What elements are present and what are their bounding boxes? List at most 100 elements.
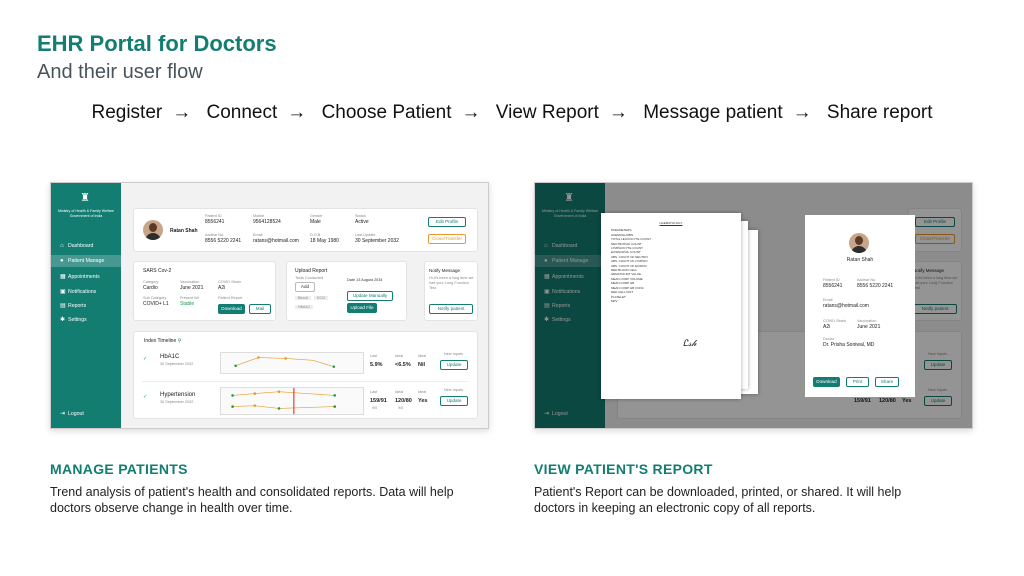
edit-profile-button[interactable]: Edit Profile [428,217,466,227]
label: Aadhar No. [857,278,877,282]
label: Mobile [253,214,265,218]
avatar [849,233,869,253]
lab-report-document: HAEMATOLOGY PARAMETERS HAEMOGLOBIN TOTAL L… [601,213,741,399]
covid-subcategory: COVID+ L1 [143,301,169,307]
bp-ideal-sub: 9/0 [398,406,404,410]
covid-strain: A2i [218,285,226,291]
sidebar-item-settings[interactable]: ✱ Settings [51,314,121,326]
patient-dob: 18 May 1980 [310,238,339,244]
label: New Inputs [444,388,463,392]
gear-icon: ✱ [60,317,66,323]
test-tag: Blood [295,296,311,300]
portal-title: EHR Portal for Doctors [37,31,277,56]
logout-icon: ⇥ [60,411,66,417]
covid-card: SARS Cov-2 Category Cardio Vaccination J… [133,261,276,321]
portal-subtitle: And their user flow [37,61,203,83]
patient-gender: Male [310,219,321,225]
search-icon[interactable]: ⚲ [178,338,182,344]
flow-step: Message patient [643,102,783,123]
section-heading: VIEW PATIENT'S REPORT [534,461,713,477]
flow-step: Register [91,102,163,123]
covid-title: SARS Cov-2 [143,268,172,274]
hypertension-chart [220,387,364,415]
patient-name: Ratan Shah [170,228,198,234]
logout-button[interactable]: ⇥ Logout [51,408,121,420]
patient-profile-card: Ratan Shah Patient ID 8556241 Aadhar No.… [133,208,478,252]
section-heading: MANAGE PATIENTS [50,461,188,477]
label: Last Update [355,233,376,237]
bp-last-sub: 9/0 [372,406,378,410]
sidebar-item-patient-manage[interactable]: ● Patient Manage [51,255,121,267]
label: Last [370,354,378,358]
arrow-icon: → [172,102,192,123]
label: D.O.B [310,233,321,237]
signature: Ꮭ𝓈𝒽 [683,339,697,349]
timeline-row-name: HbA1C [160,354,180,360]
label: Gender [310,214,323,218]
sidebar-item-appointments[interactable]: ▦ Appointments [51,271,121,283]
add-test-select[interactable]: Add [295,282,315,292]
share-button[interactable]: Share [875,377,899,387]
timeline-title: Index Timeline ⚲ [144,338,181,344]
home-icon: ⌂ [60,243,64,249]
arrow-icon: → [287,102,307,123]
test-tag: ECG [314,296,329,300]
update-button[interactable]: Update [440,396,468,406]
covid-strain: A2i [823,324,831,330]
report-line: MPV [611,298,618,303]
mail-button[interactable]: Mail [249,304,271,314]
covid-present: Stable [180,301,195,307]
report-side-panel: Ratan Shah Patient ID 8556241 Aadhar No.… [805,215,915,397]
flow-step: View Report [495,102,599,123]
update-manually-button[interactable]: Update Manually [347,291,393,301]
label: Doctor [823,337,835,341]
label: Vaccination [180,280,200,284]
download-button[interactable]: Download [218,304,245,314]
index-timeline-card: Index Timeline ⚲ ✓ HbA1C 30 September 20… [133,331,478,419]
label: Patient ID [823,278,840,282]
date-value: 13 August 2034 [356,278,383,282]
sidebar-item-notifications[interactable]: ▣ Notifications [51,286,121,298]
label: Date [347,278,356,282]
section-description: Trend analysis of patient's health and c… [50,485,454,515]
manage-patients-screenshot: ♜ Ministry of Health & Family Welfare Go… [50,182,489,429]
timeline-title-text: Index Timeline [144,338,177,344]
download-button[interactable]: Download [813,377,840,387]
report-doc-title: HAEMATOLOGY [659,221,683,225]
hba1c-chart [220,352,364,374]
upload-file-button[interactable]: Upload File [347,303,377,313]
timeline-row-date: 30 September 2032 [160,362,194,366]
notify-patient-button[interactable]: Notify patient [429,304,473,314]
label: Ideal [418,390,427,394]
label: COVID Strain [218,280,241,284]
arrow-icon: → [608,102,628,123]
flow-step: Choose Patient [321,102,452,123]
label: Email [253,233,263,237]
upload-title: Upload Report [295,268,328,274]
notify-title: Notify Message [429,268,461,273]
patient-email: ratans@hotmail.com [823,303,869,309]
label: New Inputs [444,352,463,356]
close-transfer-button[interactable]: Close/Transfer [428,234,466,244]
check-icon: ✓ [143,394,148,400]
upload-report-card: Upload Report Tests Conducted Add Date 1… [286,261,407,321]
label: Ideal [418,354,427,358]
label: Patient ID [205,214,222,218]
print-button[interactable]: Print [846,377,869,387]
label: Category [143,280,159,284]
main-panel: Ratan Shah Patient ID 8556241 Aadhar No.… [121,183,488,428]
avatar [143,220,163,240]
update-button[interactable]: Update [440,360,468,370]
sidebar-item-reports[interactable]: ▤ Reports [51,300,121,312]
flow-step: Connect [206,102,278,123]
status-badge: Active [355,219,369,225]
bp-ideal: 120/80 [395,398,412,404]
patient-id: 8556241 [823,283,843,289]
sidebar: ♜ Ministry of Health & Family Welfare Go… [51,183,121,428]
test-tag: HbA1C [295,305,314,309]
upload-date: Date 13 August 2034 [347,278,383,282]
report-lines: PARAMETERS HAEMOGLOBIN TOTAL LEUCOCYTE COU… [611,228,731,303]
divider [142,381,469,382]
last-update: 30 September 2032 [355,238,399,244]
sidebar-item-dashboard[interactable]: ⌂ Dashboard [51,240,121,252]
